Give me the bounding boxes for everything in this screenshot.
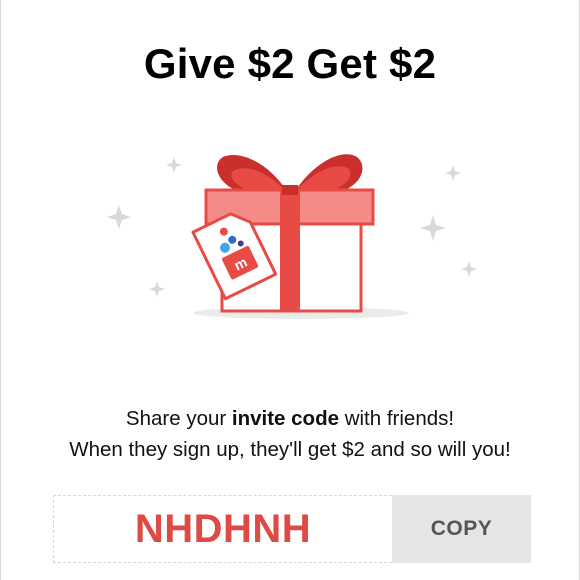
- invite-code-row: NHDHNH COPY: [53, 495, 531, 563]
- invite-message: Share your invite code with friends! Whe…: [1, 403, 579, 465]
- copy-button[interactable]: COPY: [392, 495, 531, 563]
- message-line-1: Share your invite code with friends!: [125, 407, 455, 430]
- page-frame: Give $2 Get $2 m Share your invite code …: [0, 0, 580, 580]
- gift-illustration: m: [107, 154, 477, 319]
- invite-code-emphasis: invite code: [231, 407, 339, 430]
- invite-code-field[interactable]: NHDHNH: [53, 495, 392, 563]
- page-title: Give $2 Get $2: [143, 40, 437, 87]
- message-line-2: When they sign up, they'll get $2 and so…: [69, 438, 511, 461]
